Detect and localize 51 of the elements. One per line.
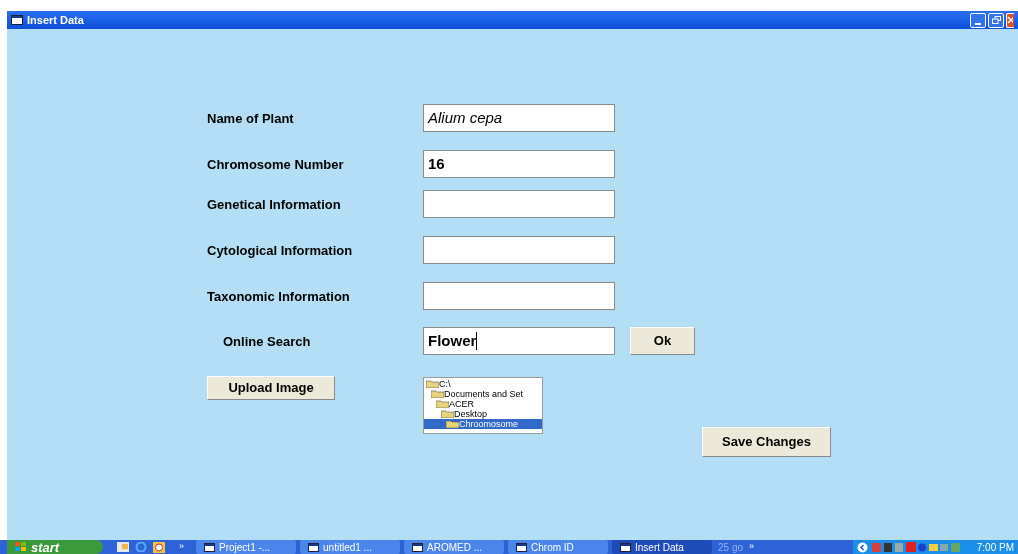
close-icon — [1007, 16, 1013, 24]
minimize-icon — [975, 22, 981, 25]
start-button[interactable]: start — [7, 540, 103, 554]
input-field[interactable] — [423, 190, 615, 218]
folder-item[interactable]: C:\ — [424, 379, 542, 389]
windows-logo-icon — [15, 542, 27, 552]
folder-list[interactable]: C:\ Documents and Set ACER Desktop Chroomosome — [423, 377, 543, 434]
folder-icon — [426, 380, 439, 388]
field-label: Taxonomic Information — [207, 288, 351, 306]
address-text: 25 go — [718, 540, 744, 554]
folder-icon — [446, 420, 459, 428]
taskbar-button[interactable]: Project1 -... — [196, 540, 296, 554]
clock-text: 7:00 PM — [976, 540, 1014, 554]
taskbar-button[interactable]: AROMED ... — [404, 540, 504, 554]
taskbar-button[interactable]: Chrom ID — [508, 540, 608, 554]
close-button[interactable] — [1006, 12, 1014, 28]
window-title: Insert Data — [27, 12, 84, 28]
folder-icon — [431, 390, 444, 398]
field-label: Cytological Information — [207, 242, 354, 260]
field-label: Name of Plant — [207, 110, 295, 128]
upload-image-button[interactable]: Upload Image — [207, 376, 335, 400]
field-label: Online Search — [222, 333, 312, 351]
field-label: Genetical Information — [207, 196, 342, 214]
folder-item[interactable]: Desktop — [424, 409, 542, 419]
input-field[interactable] — [423, 282, 615, 310]
taskbar-button[interactable]: Insert Data — [612, 540, 712, 554]
input-field[interactable]: Flower — [423, 327, 615, 355]
input-field[interactable] — [423, 236, 615, 264]
window-icon — [412, 542, 423, 552]
folder-item[interactable]: Chroomosome — [424, 419, 542, 429]
restore-icon — [991, 16, 1001, 24]
window-icon — [308, 542, 319, 552]
restore-button[interactable] — [988, 12, 1004, 28]
window-icon — [516, 542, 527, 552]
taskbar-button[interactable]: untitled1 ... — [300, 540, 400, 554]
folder-item[interactable]: ACER — [424, 399, 542, 409]
field-label: Chromosome Number — [207, 156, 345, 174]
folder-item[interactable]: Documents and Set — [424, 389, 542, 399]
ok-button[interactable]: Ok — [630, 327, 695, 355]
more-chevron[interactable]: » — [749, 540, 755, 554]
save-changes-button[interactable]: Save Changes — [702, 427, 831, 457]
clock-icon[interactable] — [153, 541, 165, 553]
more-chevron[interactable]: » — [179, 540, 184, 554]
folder-icon — [436, 400, 449, 408]
minimize-button[interactable] — [970, 12, 986, 28]
window-icon — [620, 542, 631, 552]
window-icon — [11, 15, 23, 25]
input-field[interactable]: 16 — [423, 150, 615, 178]
input-field[interactable]: Alium cepa — [423, 104, 615, 132]
window-icon — [204, 542, 215, 552]
chevron-icon[interactable] — [857, 541, 868, 553]
